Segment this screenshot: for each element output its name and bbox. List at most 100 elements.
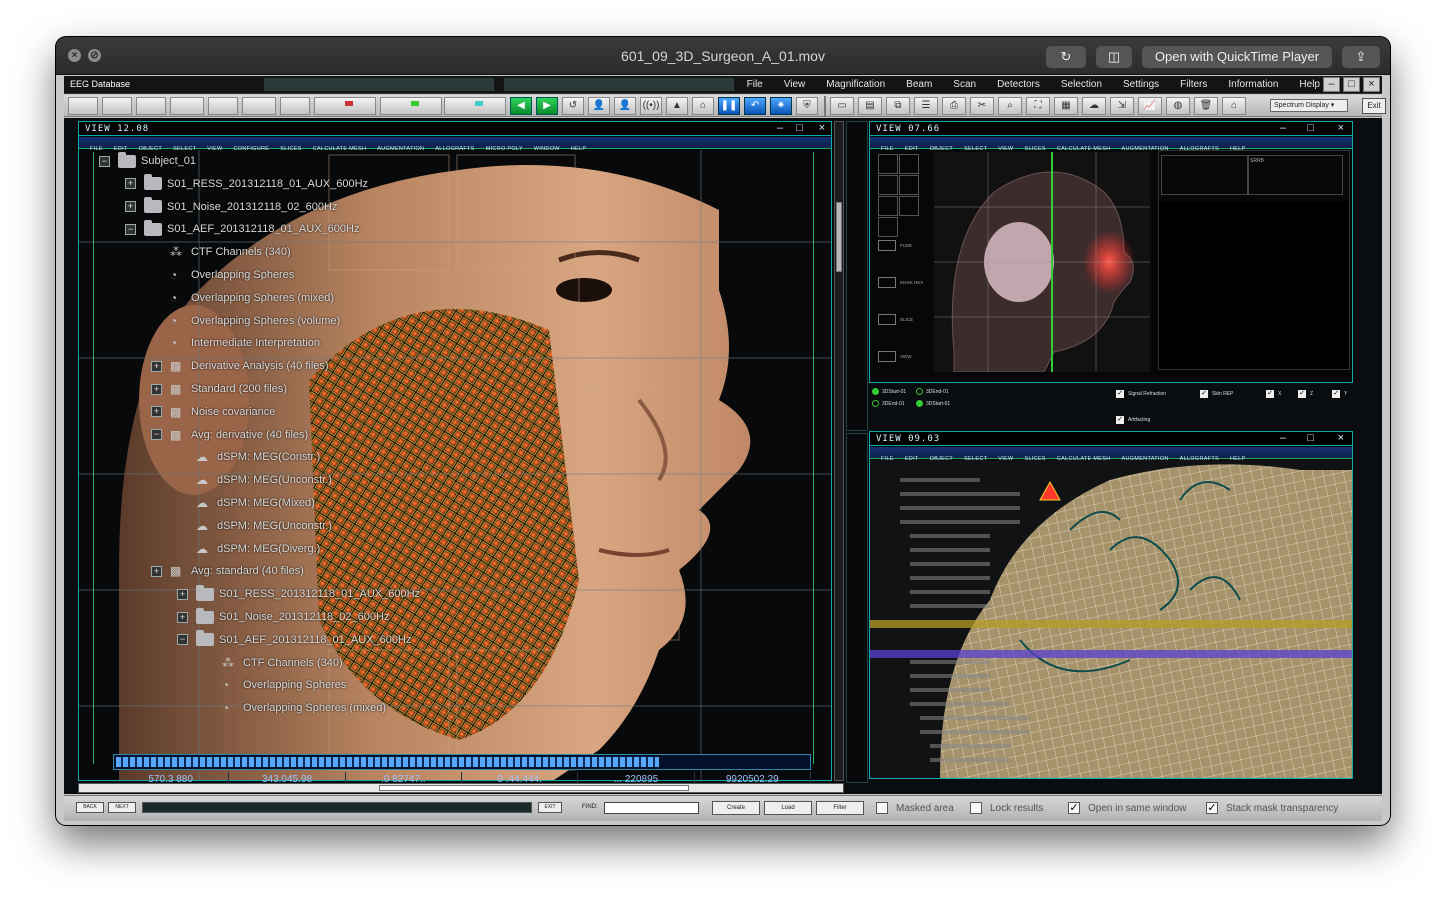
view3-menu-select[interactable]: SELECT — [964, 456, 987, 462]
brightness-button[interactable]: ✷ — [770, 97, 792, 115]
maximize-view-icon[interactable]: □ — [1307, 433, 1314, 444]
view2-menu-file[interactable]: FILE — [881, 146, 894, 152]
tree-row[interactable]: ☁ dSPM: MEG(Diverg.) — [177, 540, 320, 558]
view3-menu-file[interactable]: FILE — [881, 456, 894, 462]
view-12-hscroll-thumb[interactable] — [379, 785, 689, 791]
tree-row[interactable]: ◔ Overlapping Spheres (mixed) — [203, 699, 386, 717]
tree-row[interactable]: ◔ Overlapping Spheres (volume) — [151, 312, 340, 330]
fill-settings-button[interactable] — [380, 97, 442, 115]
menu-item-scan[interactable]: Scan — [953, 79, 976, 90]
radio-3dstart-01[interactable]: 3DStart-01 — [872, 388, 906, 395]
device-button[interactable]: ⛨ — [796, 97, 818, 115]
radio-3dend-01[interactable]: 3DEnd-01 — [872, 400, 905, 407]
view-12-vscroll[interactable] — [834, 121, 844, 781]
menu-item-information[interactable]: Information — [1228, 79, 1278, 90]
tree-row[interactable]: ⁂ CTF Channels (340) — [203, 654, 343, 672]
folder-button[interactable]: ▭ — [830, 97, 854, 115]
minimize-view-icon[interactable]: – — [777, 123, 783, 134]
exit-small-button[interactable]: EXIT — [538, 802, 562, 813]
menu-item-view[interactable]: View — [784, 79, 806, 90]
tree-row[interactable]: − ▩ Avg: derivative (40 files) — [151, 426, 308, 444]
tree-row[interactable]: ⁂ CTF Channels (340) — [151, 243, 291, 261]
position-quota-button[interactable] — [314, 97, 376, 115]
check-z[interactable]: ✓ Z — [1298, 390, 1313, 398]
minimize-view-icon[interactable]: – — [1280, 123, 1286, 134]
view3-menu-augmentation[interactable]: AUGMENTATION — [1122, 456, 1169, 462]
trim-button[interactable]: ◫ — [1096, 46, 1132, 68]
tree-row[interactable]: + ▩ Noise covariance — [151, 403, 275, 421]
list-systems-dropdown[interactable] — [208, 97, 238, 115]
maximize-view-icon[interactable]: □ — [796, 123, 803, 134]
timeline-track[interactable] — [142, 802, 532, 813]
view1-menu-view[interactable]: VIEW — [207, 146, 222, 152]
view1-menu-calculate-mesh[interactable]: CALCULATE MESH — [313, 146, 367, 152]
filter-select-dropdown[interactable] — [102, 97, 132, 115]
user-button[interactable]: 👤 — [614, 97, 636, 115]
pause-button[interactable]: ❚❚ — [718, 97, 740, 115]
collapse-icon[interactable]: − — [99, 155, 110, 167]
back-arrow-button[interactable]: ◀ — [510, 97, 532, 115]
check-y[interactable]: ✓ Y — [1332, 390, 1347, 398]
check-signal-refraction[interactable]: ✓ Signal Refraction — [1116, 390, 1166, 398]
view3-menu-slices[interactable]: SLICES — [1025, 456, 1046, 462]
menu-item-selection[interactable]: Selection — [1061, 79, 1102, 90]
panel-select-dropdown[interactable] — [68, 97, 98, 115]
view1-menu-micro-poly[interactable]: MICRO POLY — [486, 146, 523, 152]
tree-row[interactable]: + ▩ Derivative Analysis (40 files) — [151, 357, 329, 375]
view3-menu-object[interactable]: OBJECT — [930, 456, 954, 462]
search-button[interactable]: ⌕ — [998, 97, 1022, 115]
redirect-dropdown[interactable] — [170, 97, 204, 115]
forward-arrow-button[interactable]: ▶ — [536, 97, 558, 115]
menu-item-settings[interactable]: Settings — [1123, 79, 1159, 90]
expand-icon[interactable]: + — [177, 588, 188, 600]
find-input[interactable] — [604, 802, 699, 814]
list-button[interactable]: ☰ — [914, 97, 938, 115]
view3-menu-calculate-mesh[interactable]: CALCULATE MESH — [1057, 456, 1111, 462]
spectrum-display-select[interactable]: Spectrum Display ▾ — [1270, 99, 1348, 112]
menu-item-magnification[interactable]: Magnification — [826, 79, 885, 90]
edit-dropdown[interactable] — [280, 97, 310, 115]
minimize-view-icon[interactable]: – — [1280, 433, 1286, 444]
view3-menu-view[interactable]: VIEW — [998, 456, 1013, 462]
procedure-dropdown[interactable] — [242, 97, 276, 115]
menu-item-filters[interactable]: Filters — [1180, 79, 1207, 90]
expand-icon[interactable]: + — [177, 611, 188, 623]
checkbox-stack-mask-transparency[interactable]: ✓ — [1206, 802, 1218, 814]
view3-menu-edit[interactable]: EDIT — [905, 456, 919, 462]
tree-row[interactable]: + S01_RESS_201312118_01_AUX_600Hz — [125, 174, 368, 193]
history-button[interactable]: ↺ — [562, 97, 584, 115]
view-12-hscroll[interactable] — [78, 783, 844, 793]
exit-button[interactable]: Exit — [1362, 98, 1386, 114]
maximize-app-icon[interactable]: □ — [1343, 77, 1360, 92]
tree-row[interactable]: + S01_Noise_201312118_02_600Hz — [177, 607, 389, 626]
close-view-icon[interactable]: × — [1338, 433, 1344, 444]
tree-row[interactable]: ◔ Overlapping Spheres (mixed) — [151, 289, 334, 307]
view1-menu-window[interactable]: WINDOW — [534, 146, 560, 152]
all-tracking-button[interactable] — [444, 97, 506, 115]
menu-item-beam[interactable]: Beam — [906, 79, 932, 90]
view3-menu-help[interactable]: HELP — [1230, 456, 1246, 462]
calendar-button[interactable]: ▦ — [1054, 97, 1078, 115]
tree-row[interactable]: − Subject_01 — [99, 151, 196, 170]
checkbox-masked-area[interactable] — [876, 802, 888, 814]
print-button[interactable]: ⎙ — [942, 97, 966, 115]
tree-row[interactable]: ☁ dSPM: MEG(Constr.) — [177, 448, 320, 466]
trash-button[interactable]: 🗑 — [1194, 97, 1218, 115]
expand-icon[interactable]: + — [125, 178, 136, 190]
side-label-box[interactable] — [878, 314, 896, 325]
radio-3dend-01[interactable]: 3DEnd-01 — [916, 388, 949, 395]
view1-menu-allografts[interactable]: ALLOGRAFTS — [435, 146, 474, 152]
fullscreen-button[interactable]: ⛶ — [1026, 97, 1050, 115]
check-skin-rep[interactable]: ✓ Skin REP — [1200, 390, 1233, 398]
close-app-icon[interactable]: × — [1363, 77, 1380, 92]
tree-row[interactable]: ◔ Overlapping Spheres — [203, 676, 346, 694]
collapse-icon[interactable]: − — [177, 634, 188, 646]
add-user-button[interactable]: 👤 — [588, 97, 610, 115]
tree-row[interactable]: ☁ dSPM: MEG(Unconstr.) — [177, 471, 332, 489]
export-button[interactable]: ⇲ — [1110, 97, 1134, 115]
tree-row[interactable]: ◔ Intermediate Interpretation — [151, 334, 320, 352]
share-icon[interactable]: ⇪ — [1342, 46, 1380, 68]
tree-row[interactable]: ☁ dSPM: MEG(Unconstr.) — [177, 517, 332, 535]
view1-menu-slices[interactable]: SLICES — [280, 146, 301, 152]
cut-button[interactable]: ✂ — [970, 97, 994, 115]
